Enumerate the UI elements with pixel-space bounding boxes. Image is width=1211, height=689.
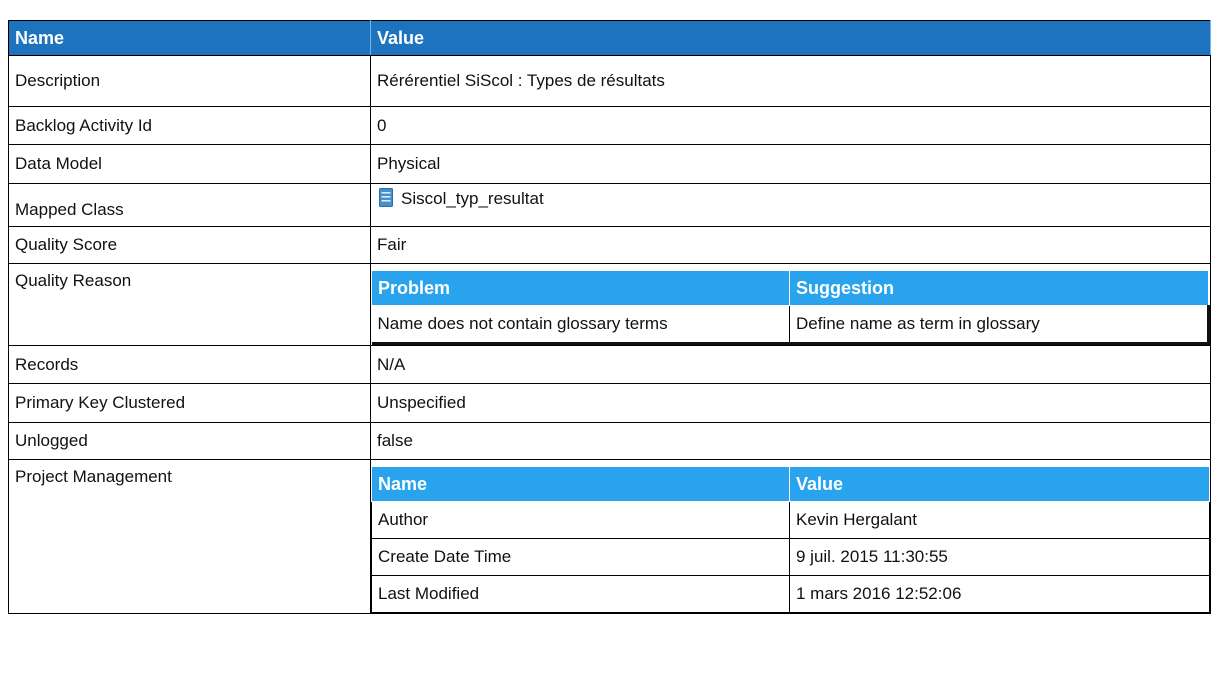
pm-name-cell: Create Date Time [371,538,790,576]
row-value-data-model: Physical [370,144,1211,184]
header-problem: Problem [371,270,790,306]
class-icon [379,188,393,207]
project-management-cell: Name Value Author Kevin Hergalant Create… [370,459,1211,614]
quality-reason-table: Problem Suggestion Name does not contain… [371,270,1210,345]
row-label-data-model: Data Model [8,144,371,184]
project-management-header: Name Value [371,466,1210,502]
row-value-records: N/A [370,345,1211,384]
table-row: Author Kevin Hergalant [371,501,1210,539]
row-label-unlogged: Unlogged [8,422,371,460]
row-value-quality-score: Fair [370,226,1211,264]
table-row: Unlogged false [8,422,1211,460]
quality-reason-header: Problem Suggestion [371,270,1209,306]
problem-cell: Name does not contain glossary terms [371,305,790,345]
row-value-mapped-class: Siscol_typ_resultat [370,183,1211,227]
row-label-pk-clustered: Primary Key Clustered [8,383,371,423]
row-label-project-management: Project Management [8,459,371,614]
table-row: Records N/A [8,345,1211,384]
pm-value-cell: Kevin Hergalant [789,501,1210,539]
project-management-table: Name Value Author Kevin Hergalant Create… [371,466,1210,613]
table-row: Quality Score Fair [8,226,1211,264]
table-row: Quality Reason Problem Suggestion Name d… [8,263,1211,346]
header-pm-name: Name [371,466,790,502]
row-label-quality-score: Quality Score [8,226,371,264]
row-label-quality-reason: Quality Reason [8,263,371,346]
table-row: Name does not contain glossary terms Def… [371,305,1210,345]
pm-name-cell: Author [371,501,790,539]
row-label-backlog: Backlog Activity Id [8,106,371,145]
header-value: Value [370,20,1211,56]
table-row: Description Rérérentiel SiScol : Types d… [8,55,1211,107]
row-label-description: Description [8,55,371,107]
properties-table: Name Value Description Rérérentiel SiSco… [8,20,1211,614]
header-name: Name [8,20,371,56]
mapped-class-link[interactable]: Siscol_typ_resultat [401,189,544,208]
table-header-row: Name Value [8,20,1211,56]
pm-value-cell: 1 mars 2016 12:52:06 [789,575,1210,613]
table-row: Project Management Name Value Author Kev… [8,459,1211,614]
row-value-unlogged: false [370,422,1211,460]
row-label-mapped-class: Mapped Class [8,183,371,227]
row-value-backlog: 0 [370,106,1211,145]
table-row: Mapped Class Siscol_typ_resultat [8,183,1211,227]
pm-name-cell: Last Modified [371,575,790,613]
table-row: Data Model Physical [8,144,1211,184]
table-row: Primary Key Clustered Unspecified [8,383,1211,423]
suggestion-cell: Define name as term in glossary [789,305,1210,345]
table-row: Last Modified 1 mars 2016 12:52:06 [371,575,1210,613]
header-pm-value: Value [789,466,1210,502]
quality-reason-cell: Problem Suggestion Name does not contain… [370,263,1211,346]
row-value-description: Rérérentiel SiScol : Types de résultats [370,55,1211,107]
table-row: Backlog Activity Id 0 [8,106,1211,145]
row-label-records: Records [8,345,371,384]
header-suggestion: Suggestion [789,270,1209,306]
row-value-pk-clustered: Unspecified [370,383,1211,423]
pm-value-cell: 9 juil. 2015 11:30:55 [789,538,1210,576]
table-row: Create Date Time 9 juil. 2015 11:30:55 [371,538,1210,576]
